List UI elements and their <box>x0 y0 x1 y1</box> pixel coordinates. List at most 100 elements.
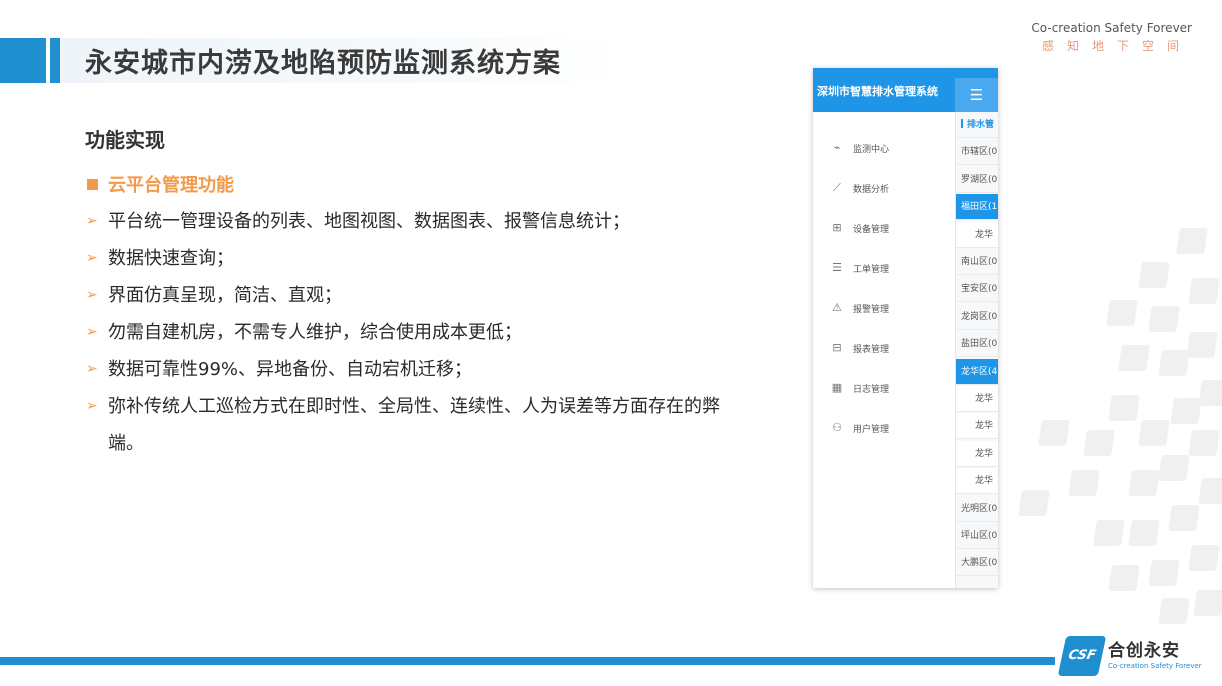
district-item[interactable]: 龙华 <box>956 221 998 248</box>
list-item: ➢ 弥补传统人工巡检方式在即时性、全局性、连续性、人为误差等方面存在的弊端。 <box>86 388 726 462</box>
arrow-bullet-icon: ➢ <box>86 213 98 229</box>
decorative-tile <box>1068 470 1100 496</box>
district-item[interactable]: 南山区(0 <box>956 249 998 275</box>
decorative-tile <box>1018 490 1050 516</box>
district-item[interactable]: 宝安区(0 <box>956 276 998 303</box>
sidebar-item-label: 数据分析 <box>853 184 890 195</box>
section-title: 功能实现 <box>85 128 165 152</box>
decorative-tile <box>1128 470 1160 496</box>
decorative-tile <box>1093 520 1125 546</box>
district-item[interactable]: 盐田区(0 <box>956 331 998 358</box>
calendar-icon: ▦ <box>831 381 843 394</box>
report-icon: ⊟ <box>832 341 842 354</box>
district-item[interactable]: 罗湖区(0 <box>956 167 998 193</box>
list-item: ➢ 数据快速查询； <box>86 240 726 277</box>
list-item: ➢ 平台统一管理设备的列表、地图视图、数据图表、报警信息统计； <box>86 203 726 240</box>
decorative-tile <box>1168 505 1200 531</box>
arrow-bullet-icon: ➢ <box>86 287 98 303</box>
sub-heading: 云平台管理功能 <box>87 171 234 197</box>
decorative-tile <box>1198 478 1222 504</box>
sidebar-item[interactable]: ⊟ 报表管理 <box>813 338 955 358</box>
decorative-tile <box>1148 560 1180 586</box>
decorative-tile <box>1038 420 1070 446</box>
district-item[interactable]: 光明区(0 <box>956 496 998 522</box>
decorative-tile <box>1188 545 1220 571</box>
sidebar-item-label: 设备管理 <box>853 224 890 235</box>
users-icon: ⚇ <box>832 421 842 434</box>
district-tree: 排水管 市辖区(0 罗湖区(0 福田区(1 龙华 南山区(0 宝安区(0 龙岗区(0 盐田区(0… <box>956 112 998 588</box>
title-accent-bar <box>0 38 46 83</box>
brand-slogan-en: Co-creation Safety Forever <box>1031 21 1192 35</box>
decorative-tile <box>1083 430 1115 456</box>
decorative-tile <box>1176 228 1208 254</box>
sidebar-item[interactable]: ⊞ 设备管理 <box>813 218 955 238</box>
sidebar-item[interactable]: ⚠ 报警管理 <box>813 298 955 318</box>
sidebar-item-label: 报表管理 <box>853 344 890 355</box>
sidebar-item[interactable]: ⟋ 数据分析 <box>813 178 955 198</box>
footer-bar <box>0 657 1055 665</box>
arrow-bullet-icon: ➢ <box>86 398 98 414</box>
decorative-tile <box>1193 590 1222 616</box>
chart-line-icon: ⟋ <box>833 181 841 194</box>
decorative-tile <box>1170 398 1202 424</box>
decorative-tile <box>1158 455 1190 481</box>
decorative-tile <box>1186 332 1218 358</box>
arrow-bullet-icon: ➢ <box>86 324 98 340</box>
district-item[interactable]: 坪山区(0 <box>956 523 998 549</box>
decorative-tile <box>1108 565 1140 591</box>
district-item[interactable]: 市辖区(0 <box>956 139 998 166</box>
sidebar-item-label: 用户管理 <box>853 424 890 435</box>
monitor-icon: ⌁ <box>833 141 841 154</box>
grid-icon: ⊞ <box>832 221 842 234</box>
decorative-tile <box>1188 430 1220 456</box>
feature-list: ➢ 平台统一管理设备的列表、地图视图、数据图表、报警信息统计； ➢ 数据快速查询； … <box>86 203 726 462</box>
district-tree-header: 排水管 <box>956 112 998 138</box>
document-icon: ☰ <box>832 261 842 274</box>
sidebar-item[interactable]: ⚇ 用户管理 <box>813 418 955 438</box>
sidebar-item-label: 日志管理 <box>853 384 890 395</box>
decorative-tile <box>1108 395 1140 421</box>
decorative-tile <box>1106 300 1138 326</box>
company-logo: CSF 合创永安 Co-creation Safety Forever <box>1057 636 1202 676</box>
alarm-icon: ⚠ <box>832 301 842 314</box>
brand-slogan-cn: 感知地下空间 <box>1041 39 1192 53</box>
title-accent-bar-thin <box>50 38 60 83</box>
decorative-tile <box>1128 520 1160 546</box>
app-screenshot: 深圳市智慧排水管理系统 ☰ ⌁ 监测中心 ⟋ 数据分析 ⊞ 设备管理 ☰ 工单管理 ⚠ 报警管理 ⊟… <box>813 68 998 588</box>
sidebar-item[interactable]: ☰ 工单管理 <box>813 258 955 278</box>
list-item: ➢ 数据可靠性99%、异地备份、自动宕机迁移； <box>86 351 726 388</box>
app-title: 深圳市智慧排水管理系统 <box>817 85 938 98</box>
decorative-tile <box>1148 306 1180 332</box>
decorative-tile <box>1158 350 1190 376</box>
logo-name-en: Co-creation Safety Forever <box>1108 662 1202 670</box>
district-item[interactable]: 龙华 <box>956 413 998 440</box>
sidebar-menu: ⌁ 监测中心 ⟋ 数据分析 ⊞ 设备管理 ☰ 工单管理 ⚠ 报警管理 ⊟ 报表管理 ▦ 日志管理 ⚇ 用户管理 <box>813 112 956 588</box>
district-item[interactable]: 龙华区(4 <box>956 358 998 385</box>
sidebar-item[interactable]: ▦ 日志管理 <box>813 378 955 398</box>
sidebar-item-label: 报警管理 <box>853 304 890 315</box>
district-item[interactable]: 福田区(1 <box>956 194 998 221</box>
sidebar-item-label: 工单管理 <box>853 264 890 275</box>
decorative-tile <box>1198 380 1222 406</box>
decorative-tile <box>1188 278 1220 304</box>
district-item[interactable]: 龙华 <box>956 468 998 495</box>
district-item[interactable]: 龙华 <box>956 386 998 412</box>
arrow-bullet-icon: ➢ <box>86 361 98 377</box>
page-title: 永安城市内涝及地陷预防监测系统方案 <box>85 48 561 79</box>
sidebar-item-label: 监测中心 <box>853 144 890 155</box>
menu-toggle-icon[interactable]: ☰ <box>955 78 998 112</box>
decorative-tile <box>1158 598 1190 624</box>
district-item[interactable]: 龙岗区(0 <box>956 304 998 330</box>
sub-heading-label: 云平台管理功能 <box>108 175 234 196</box>
district-item[interactable]: 龙华 <box>956 440 998 467</box>
decorative-tile <box>1138 420 1170 446</box>
list-item: ➢ 勿需自建机房，不需专人维护，综合使用成本更低； <box>86 314 726 351</box>
logo-mark-icon: CSF <box>1057 636 1107 676</box>
list-item: ➢ 界面仿真呈现，简洁、直观； <box>86 277 726 314</box>
arrow-bullet-icon: ➢ <box>86 250 98 266</box>
sidebar-item[interactable]: ⌁ 监测中心 <box>813 138 955 158</box>
logo-name-cn: 合创永安 <box>1108 641 1180 661</box>
square-bullet-icon <box>87 178 98 190</box>
district-item[interactable]: 大鹏区(0 <box>956 550 998 577</box>
decorative-tile <box>1138 262 1170 288</box>
